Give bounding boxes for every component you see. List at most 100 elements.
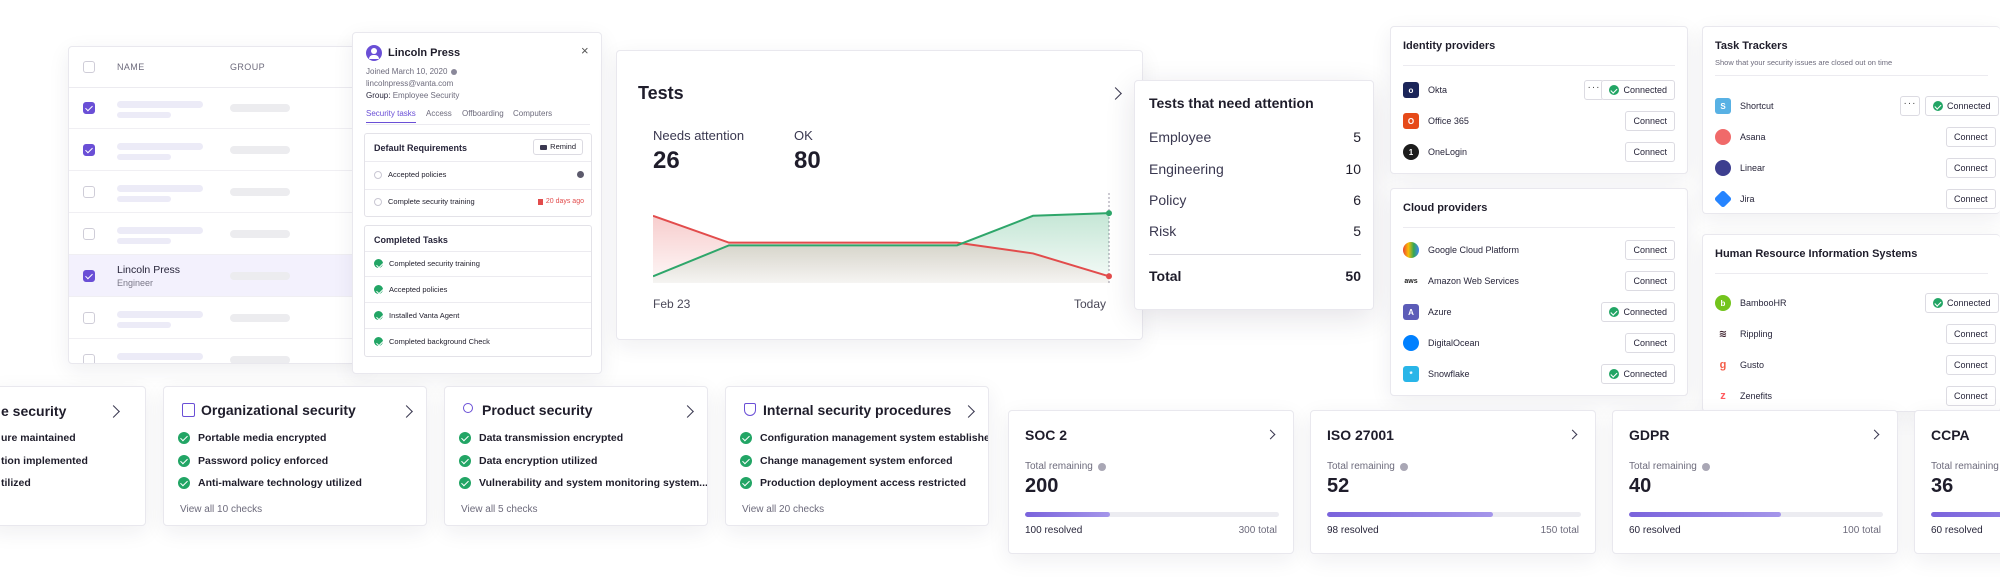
tab-computers[interactable]: Computers	[513, 109, 552, 118]
provider-row-onelogin: 1 OneLogin	[1403, 144, 1467, 160]
security-card[interactable]: Product security Data transmission encry…	[444, 386, 708, 526]
check-circle-icon	[374, 311, 383, 320]
check-circle-icon	[740, 477, 752, 489]
connected-status-button[interactable]: Connected	[1601, 364, 1675, 384]
framework-card-soc2[interactable]: SOC 2 Total remaining 200 100 resolved 3…	[1008, 410, 1294, 554]
connected-status-button[interactable]: Connected	[1925, 96, 1999, 116]
shield-check-icon	[744, 403, 756, 416]
info-icon	[1399, 462, 1408, 471]
row-checkbox[interactable]	[83, 186, 95, 198]
check-circle-icon	[459, 455, 471, 467]
check-circle-icon	[740, 432, 752, 444]
default-requirements-title: Default Requirements	[374, 143, 468, 153]
row-checkbox[interactable]	[83, 312, 95, 324]
check-label: Data encryption utilized	[479, 455, 598, 467]
view-all-checks-link[interactable]: View all 20 checks	[742, 504, 824, 515]
connect-button[interactable]: Connect	[1625, 333, 1675, 353]
profile-panel: Lincoln Press × Joined March 10, 2020 li…	[352, 32, 602, 374]
framework-card-gdpr[interactable]: GDPR Total remaining 40 60 resolved 100 …	[1612, 410, 1898, 554]
task-trackers-title: Task Trackers	[1715, 40, 1788, 52]
requirement-item[interactable]: Complete security training 20 days ago	[374, 197, 584, 206]
provider-name: Snowflake	[1428, 369, 1470, 379]
chevron-right-icon[interactable]	[1567, 429, 1578, 440]
row-checkbox[interactable]	[83, 270, 95, 282]
group-label: Group:	[366, 91, 391, 100]
chevron-right-icon[interactable]	[1109, 87, 1122, 100]
tab-security-tasks[interactable]: Security tasks	[366, 109, 416, 123]
connect-button[interactable]: Connect	[1946, 158, 1996, 178]
tab-offboarding[interactable]: Offboarding	[462, 109, 504, 118]
chevron-right-icon[interactable]	[962, 405, 975, 418]
framework-card-iso27001[interactable]: ISO 27001 Total remaining 52 98 resolved…	[1310, 410, 1596, 554]
tab-access[interactable]: Access	[426, 109, 452, 118]
select-all-checkbox[interactable]	[83, 61, 95, 73]
hris-row-zenefits: z Zenefits	[1715, 388, 1772, 404]
bamboohr-logo-icon: b	[1715, 295, 1731, 311]
connected-status-button[interactable]: Connected	[1601, 80, 1675, 100]
check-circle-icon	[459, 432, 471, 444]
connect-button[interactable]: Connect	[1946, 127, 1996, 147]
table-row-selected[interactable]: Lincoln Press Engineer	[69, 255, 367, 297]
column-header-name: NAME	[117, 62, 145, 72]
table-row[interactable]	[69, 87, 367, 129]
connected-status-button[interactable]: Connected	[1601, 302, 1675, 322]
remaining-count: 52	[1327, 475, 1350, 497]
provider-row-gcp: Google Cloud Platform	[1403, 242, 1519, 258]
table-row[interactable]	[69, 339, 367, 363]
chevron-right-icon[interactable]	[400, 405, 413, 418]
remind-button[interactable]: Remind	[533, 139, 583, 155]
security-card-title: Organizational security	[201, 402, 356, 418]
x-axis-end-label: Today	[1073, 297, 1106, 311]
table-row[interactable]	[69, 171, 367, 213]
status-label: Connected	[1947, 101, 1991, 111]
digitalocean-logo-icon	[1403, 335, 1419, 351]
more-options-button[interactable]: ···	[1900, 96, 1920, 116]
row-checkbox[interactable]	[83, 228, 95, 240]
provider-row-digitalocean: DigitalOcean	[1403, 335, 1480, 351]
profile-joined: Joined March 10, 2020	[366, 67, 458, 76]
attention-total-value: 50	[1345, 268, 1361, 284]
connected-status-button[interactable]: Connected	[1925, 293, 1999, 313]
row-checkbox[interactable]	[83, 102, 95, 114]
connect-button[interactable]: Connect	[1625, 240, 1675, 260]
connect-button[interactable]: Connect	[1625, 271, 1675, 291]
security-card[interactable]: Organizational security Portable media e…	[163, 386, 427, 526]
table-row[interactable]	[69, 297, 367, 339]
needs-attention-value: 26	[653, 147, 680, 174]
connect-button[interactable]: Connect	[1625, 142, 1675, 162]
requirement-item[interactable]: Accepted policies	[374, 170, 584, 179]
attention-total-label: Total	[1149, 268, 1182, 284]
row-checkbox[interactable]	[83, 354, 95, 363]
profile-tabs: Security tasks Access Offboarding Comput…	[366, 109, 590, 125]
flag-icon	[537, 198, 543, 205]
status-label: Connected	[1623, 85, 1667, 95]
connect-button[interactable]: Connect	[1946, 189, 1996, 209]
office365-logo-icon: O	[1403, 113, 1419, 129]
total-count: 100 total	[1842, 525, 1881, 536]
connect-button[interactable]: Connect	[1946, 386, 1996, 406]
check-circle-icon	[178, 477, 190, 489]
security-card-partial[interactable]: e security ure maintained tion implement…	[0, 386, 146, 526]
connect-button[interactable]: Connect	[1946, 355, 1996, 375]
chevron-right-icon[interactable]	[1869, 429, 1880, 440]
needs-attention-label: Needs attention	[653, 128, 745, 143]
view-all-checks-link[interactable]: View all 10 checks	[180, 504, 262, 515]
total-remaining-label: Total remaining	[1931, 461, 1999, 472]
security-card[interactable]: Internal security procedures Configurati…	[725, 386, 989, 526]
connect-button[interactable]: Connect	[1946, 324, 1996, 344]
chevron-right-icon[interactable]	[1265, 429, 1276, 440]
tests-card[interactable]: Tests Needs attention 26 OK 80 Feb 23 To…	[616, 50, 1143, 340]
view-all-checks-link[interactable]: View all 5 checks	[461, 504, 538, 515]
hris-row-gusto: g Gusto	[1715, 357, 1764, 373]
row-checkbox[interactable]	[83, 144, 95, 156]
table-row[interactable]	[69, 213, 367, 255]
close-icon[interactable]: ×	[581, 43, 589, 58]
check-circle-icon	[374, 337, 383, 346]
attention-row-label: Risk	[1149, 223, 1177, 239]
chevron-right-icon[interactable]	[107, 405, 120, 418]
progress-bar	[1629, 512, 1883, 517]
table-row[interactable]	[69, 129, 367, 171]
connect-button[interactable]: Connect	[1625, 111, 1675, 131]
framework-card-ccpa[interactable]: CCPA Total remaining 36 60 resolved	[1914, 410, 2000, 554]
chevron-right-icon[interactable]	[681, 405, 694, 418]
